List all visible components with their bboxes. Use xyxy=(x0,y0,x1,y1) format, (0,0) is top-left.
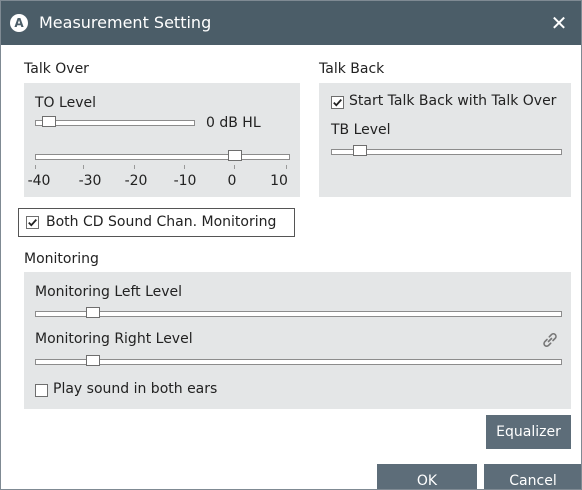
talk-over-header: Talk Over xyxy=(24,61,89,77)
title-bar: A Measurement Setting ✕ xyxy=(1,1,581,45)
talk-back-header: Talk Back xyxy=(319,61,385,77)
tb-level-slider-thumb[interactable] xyxy=(353,145,367,156)
monitoring-left-slider-track xyxy=(35,311,562,317)
monitoring-panel: Monitoring Left Level Monitoring Right L… xyxy=(24,272,571,409)
monitoring-right-slider-track xyxy=(35,359,562,365)
play-both-ears-label: Play sound in both ears xyxy=(53,381,218,397)
both-cd-monitoring-label: Both CD Sound Chan. Monitoring xyxy=(46,214,277,230)
to-level-value: 0 dB HL xyxy=(206,115,261,131)
to-scale-slider-thumb[interactable] xyxy=(228,150,242,161)
scale-label: -10 xyxy=(173,173,197,189)
window-title: Measurement Setting xyxy=(39,13,212,32)
to-level-slider-thumb[interactable] xyxy=(42,116,56,127)
scale-tick xyxy=(286,165,287,169)
cancel-button[interactable]: Cancel xyxy=(484,464,581,489)
app-icon: A xyxy=(10,14,28,32)
scale-label: -40 xyxy=(27,173,51,189)
scale-label: -20 xyxy=(124,173,148,189)
checkmark-icon xyxy=(333,99,342,107)
close-button[interactable]: ✕ xyxy=(537,1,581,45)
to-level-slider-track xyxy=(35,120,195,126)
to-scale-slider[interactable] xyxy=(35,149,290,165)
scale-label: 0 xyxy=(227,173,237,189)
scale-tick xyxy=(35,165,36,169)
monitoring-left-slider-thumb[interactable] xyxy=(86,307,100,318)
link-icon[interactable] xyxy=(540,330,560,350)
talk-over-panel: TO Level 0 dB HL -40 -30 -20 -10 0 10 xyxy=(24,83,300,197)
scale-label: -30 xyxy=(78,173,102,189)
checkmark-icon xyxy=(28,219,37,227)
start-talk-back-checkbox[interactable] xyxy=(331,96,344,109)
scale-tick xyxy=(83,165,84,169)
play-both-ears-checkbox[interactable] xyxy=(35,384,48,397)
scale-label: 10 xyxy=(270,173,288,189)
tb-level-slider[interactable] xyxy=(331,144,562,160)
measurement-setting-dialog: A Measurement Setting ✕ Talk Over TO Lev… xyxy=(0,0,582,490)
scale-tick xyxy=(134,165,135,169)
scale-tick xyxy=(184,165,185,169)
monitoring-right-slider[interactable] xyxy=(35,354,562,370)
both-cd-monitoring-option[interactable]: Both CD Sound Chan. Monitoring xyxy=(18,208,295,237)
monitoring-left-slider[interactable] xyxy=(35,306,562,322)
monitoring-header: Monitoring xyxy=(24,251,99,267)
monitoring-right-label: Monitoring Right Level xyxy=(35,331,193,347)
ok-button[interactable]: OK xyxy=(377,464,477,489)
to-scale-slider-track xyxy=(35,154,290,160)
start-talk-back-label: Start Talk Back with Talk Over xyxy=(349,93,557,109)
both-cd-monitoring-checkbox[interactable] xyxy=(26,216,39,229)
talk-back-panel: Start Talk Back with Talk Over TB Level xyxy=(319,83,571,197)
equalizer-button[interactable]: Equalizer xyxy=(486,415,571,449)
scale-tick xyxy=(234,165,235,169)
monitoring-right-slider-thumb[interactable] xyxy=(86,355,100,366)
to-level-slider[interactable] xyxy=(35,115,195,131)
tb-level-label: TB Level xyxy=(331,122,391,138)
to-level-label: TO Level xyxy=(35,95,96,111)
monitoring-left-label: Monitoring Left Level xyxy=(35,284,183,300)
